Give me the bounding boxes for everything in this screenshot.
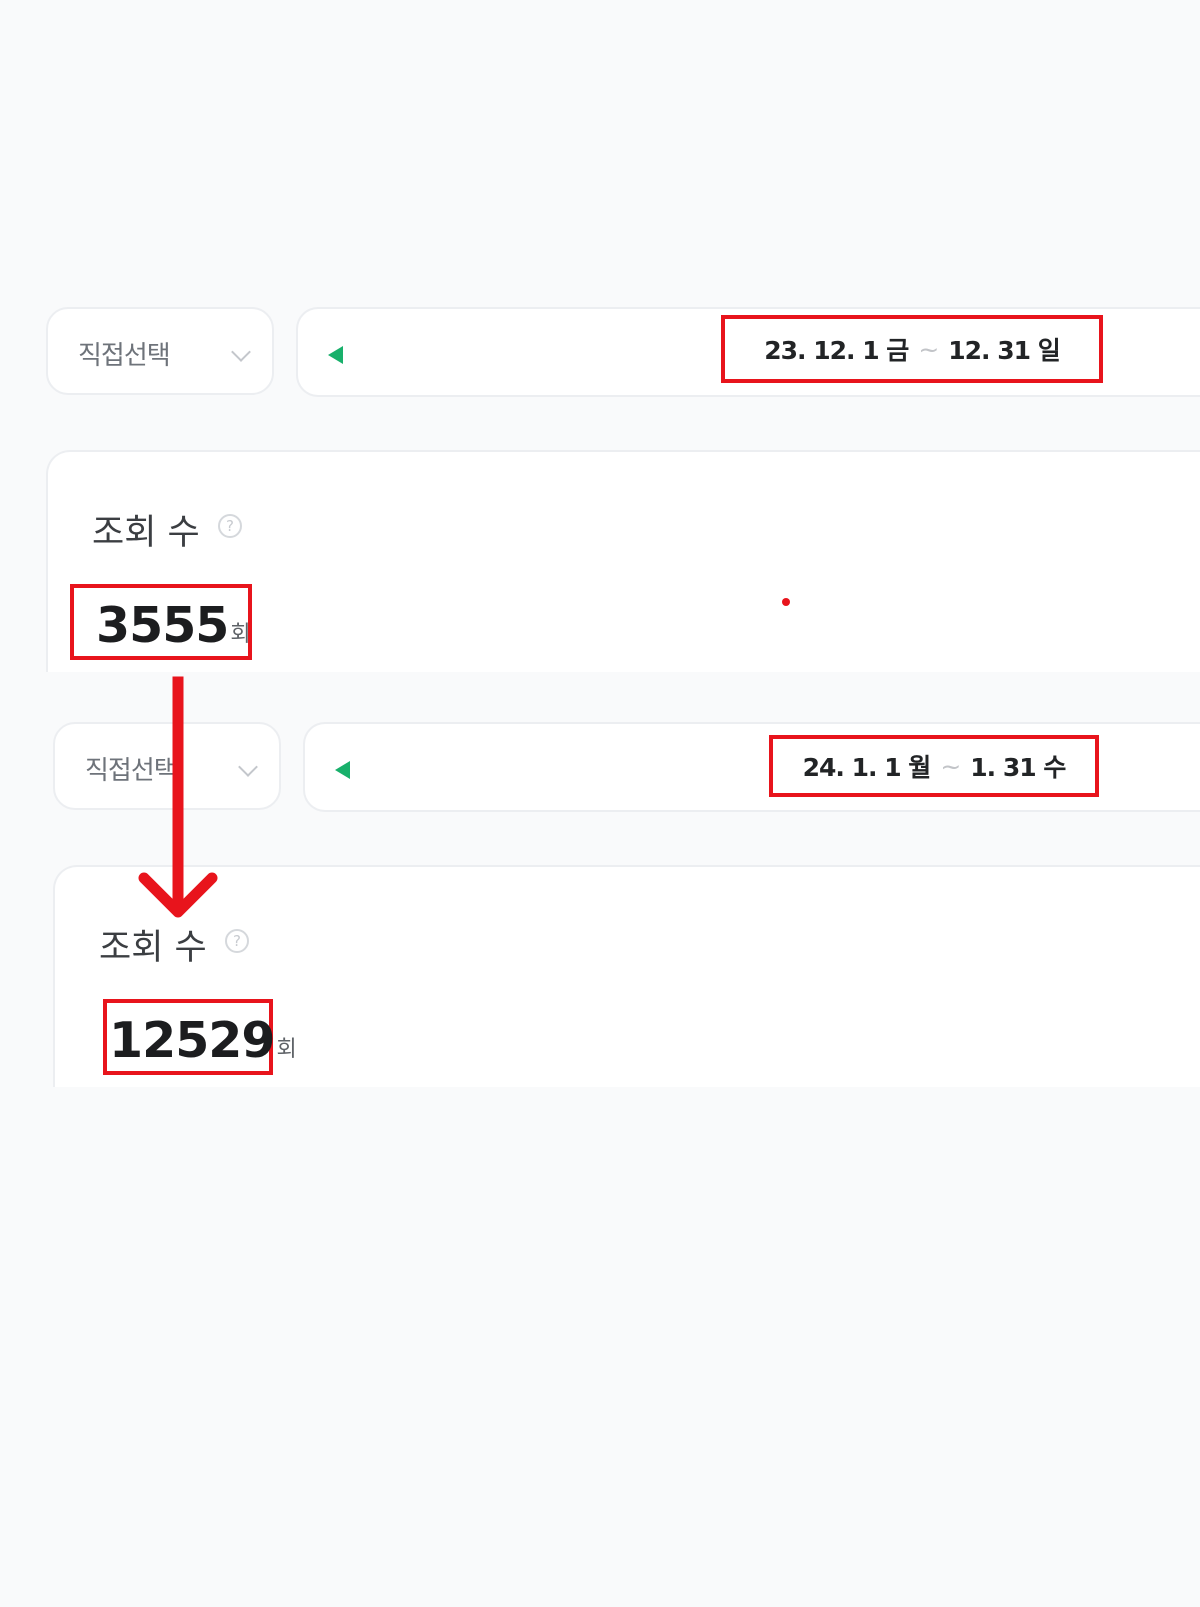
period-select-label: 직접선택 <box>78 341 171 371</box>
views-label: 조회 수 <box>99 928 207 968</box>
views-unit: 회 <box>276 1037 297 1062</box>
date-range-start: 24. 1. 1 월 <box>802 753 932 782</box>
views-count: 12529 <box>109 1012 275 1069</box>
chevron-down-icon <box>231 342 251 362</box>
screenshot-page: 직접선택 23. 12. 1 금 ~ 12. 31 일 조회 수 ? 3555 … <box>0 0 1200 1607</box>
period-select-label: 직접선택 <box>85 756 178 786</box>
views-metric-card: 조회 수 ? 12529 회 <box>53 865 1200 1087</box>
views-count: 3555 <box>96 597 229 654</box>
chevron-down-icon <box>238 757 258 777</box>
date-range-end: 12. 31 일 <box>948 336 1060 365</box>
help-icon[interactable]: ? <box>225 929 249 953</box>
after-panel: 직접선택 24. 1. 1 월 ~ 1. 31 수 조회 수 ? 12529 회 <box>0 715 1200 1087</box>
before-panel: 직접선택 23. 12. 1 금 ~ 12. 31 일 조회 수 ? 3555 … <box>0 300 1200 672</box>
date-range-separator: ~ <box>918 334 939 364</box>
help-icon[interactable]: ? <box>218 514 242 538</box>
prev-period-icon[interactable] <box>328 346 343 364</box>
red-dot-marker <box>782 598 790 606</box>
date-range-start: 23. 12. 1 금 <box>764 336 909 365</box>
views-label: 조회 수 <box>92 513 200 553</box>
period-select-dropdown[interactable]: 직접선택 <box>46 307 274 395</box>
date-range-separator: ~ <box>940 751 961 781</box>
period-select-dropdown[interactable]: 직접선택 <box>53 722 281 810</box>
views-unit: 회 <box>230 622 251 647</box>
views-metric-card: 조회 수 ? 3555 회 <box>46 450 1200 672</box>
views-value-highlight: 3555 회 <box>70 584 252 660</box>
date-range-highlight: 24. 1. 1 월 ~ 1. 31 수 <box>769 735 1099 797</box>
views-value-highlight: 12529 회 <box>103 999 297 1075</box>
prev-period-icon[interactable] <box>335 761 350 779</box>
date-range-highlight: 23. 12. 1 금 ~ 12. 31 일 <box>721 315 1103 383</box>
date-range-end: 1. 31 수 <box>970 753 1066 782</box>
